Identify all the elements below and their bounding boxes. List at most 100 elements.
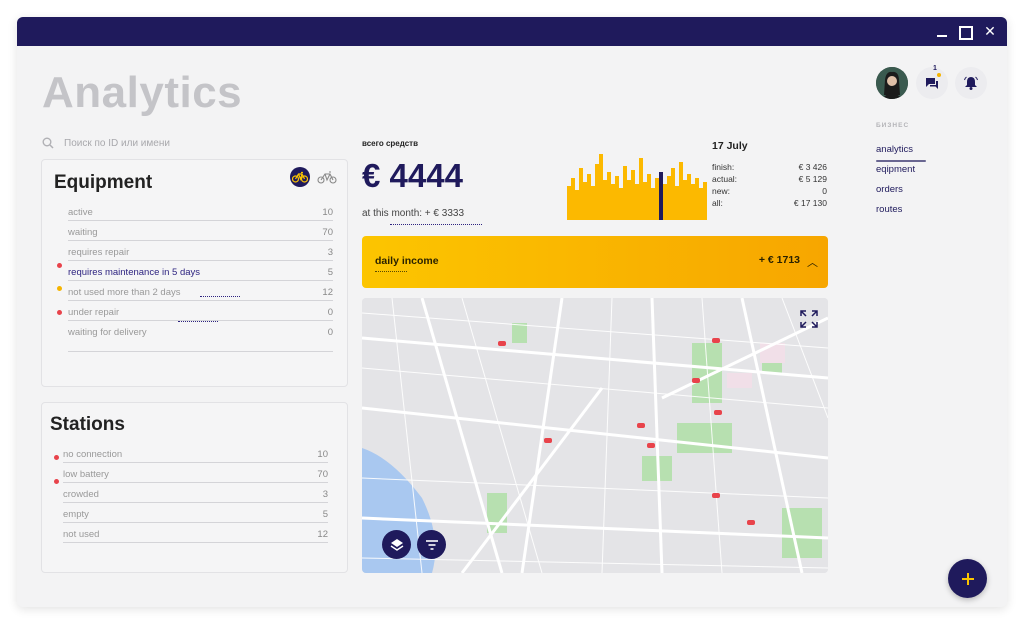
nav-item-equipment[interactable]: eqipment xyxy=(876,164,915,175)
bar xyxy=(571,178,575,220)
bicycle-icon xyxy=(292,171,308,183)
bike-marker xyxy=(637,423,645,428)
list-item[interactable]: no connection 10 xyxy=(63,449,328,460)
bar xyxy=(583,182,587,220)
city-map[interactable] xyxy=(362,298,828,573)
plus-icon xyxy=(961,572,974,585)
bike-marker xyxy=(747,520,755,525)
alert-dot xyxy=(54,455,59,460)
month-income: at this month: + € 3333 xyxy=(362,208,465,219)
funds-caption: всего средств xyxy=(362,139,418,148)
bar xyxy=(587,174,591,220)
scooter-icon xyxy=(317,171,337,184)
bar xyxy=(699,188,703,220)
bicycle-filter-button[interactable] xyxy=(290,167,310,187)
bar xyxy=(619,188,623,220)
page-title: Analytics xyxy=(42,68,243,117)
layers-icon xyxy=(390,538,403,551)
maximize-button[interactable] xyxy=(959,23,973,39)
bar xyxy=(567,186,571,220)
bar xyxy=(611,184,615,220)
bar xyxy=(687,174,691,220)
bar xyxy=(663,184,667,220)
list-item[interactable]: low battery 70 xyxy=(63,469,328,480)
bike-marker xyxy=(714,410,722,415)
list-item[interactable]: not used 12 xyxy=(63,529,328,540)
filter-button[interactable] xyxy=(417,530,446,559)
daily-income-value: + € 1713 xyxy=(758,254,800,266)
bar xyxy=(655,178,659,220)
bar xyxy=(631,170,635,220)
nav-item-routes[interactable]: routes xyxy=(876,204,902,215)
bike-marker xyxy=(544,438,552,443)
nav-active-indicator xyxy=(876,160,926,162)
bar xyxy=(671,168,675,220)
bar xyxy=(595,164,599,220)
app-window: ✕ Analytics Equipment active10 waiting70… xyxy=(17,17,1007,607)
notifications-button[interactable] xyxy=(955,67,987,99)
bar xyxy=(627,180,631,220)
avatar[interactable] xyxy=(876,67,908,99)
bell-icon xyxy=(964,76,978,90)
alert-dot xyxy=(54,479,59,484)
bar xyxy=(607,172,611,220)
chat-icon xyxy=(926,77,938,89)
bike-marker xyxy=(712,338,720,343)
list-item[interactable]: empty 5 xyxy=(63,509,328,520)
list-item[interactable]: active 10 xyxy=(68,207,333,218)
bar xyxy=(635,184,639,220)
expand-icon[interactable] xyxy=(800,310,818,328)
stats-date: 17 July xyxy=(712,140,748,152)
selected-bar xyxy=(659,172,663,220)
list-item[interactable]: waiting 70 xyxy=(68,227,333,238)
search-bar xyxy=(42,137,264,149)
nav-item-orders[interactable]: orders xyxy=(876,184,903,195)
bar xyxy=(703,182,707,220)
list-item[interactable]: requires repair 3 xyxy=(68,247,333,258)
list-item[interactable]: crowded 3 xyxy=(63,489,328,500)
bar xyxy=(651,188,655,220)
close-button[interactable]: ✕ xyxy=(983,23,997,39)
nav-section-title: БИЗНЕС xyxy=(876,122,910,129)
title-bar: ✕ xyxy=(17,17,1007,46)
unread-dot xyxy=(937,73,941,77)
day-stats: finish: € 3 426 actual: € 5 129 new: 0 all:… xyxy=(712,162,827,208)
alert-dot xyxy=(57,263,62,268)
add-button[interactable] xyxy=(948,559,987,598)
bike-marker xyxy=(647,443,655,448)
bar xyxy=(647,174,651,220)
income-bar-chart[interactable] xyxy=(567,154,707,220)
chevron-up-icon[interactable]: ︿ xyxy=(807,254,818,270)
bar xyxy=(675,186,679,220)
list-item[interactable]: under repair 0 xyxy=(68,307,333,318)
bar xyxy=(683,180,687,220)
alert-dot xyxy=(57,310,62,315)
bike-marker xyxy=(498,341,506,346)
bar xyxy=(679,162,683,220)
messages-button[interactable]: 1 xyxy=(916,65,948,99)
bar xyxy=(603,180,607,220)
bar xyxy=(579,168,583,220)
bar xyxy=(623,166,627,220)
avatar-image xyxy=(876,67,908,99)
bike-marker xyxy=(712,493,720,498)
layers-button[interactable] xyxy=(382,530,411,559)
list-item[interactable]: waiting for delivery 0 xyxy=(68,327,333,338)
messages-count: 1 xyxy=(933,65,937,72)
bar xyxy=(643,182,647,220)
bar xyxy=(639,158,643,220)
minimize-button[interactable] xyxy=(935,23,949,39)
daily-income-panel[interactable]: daily income + € 1713 ︿ xyxy=(362,236,828,288)
list-item[interactable]: requires maintenance in 5 days 5 xyxy=(68,267,333,278)
bar xyxy=(691,184,695,220)
scooter-filter-button[interactable] xyxy=(316,167,338,187)
funds-amount: € 4444 xyxy=(362,157,463,194)
bar xyxy=(591,186,595,220)
bar xyxy=(599,154,603,220)
bike-marker xyxy=(692,378,700,383)
nav-item-analytics[interactable]: analytics xyxy=(876,144,913,155)
search-input[interactable] xyxy=(64,137,264,149)
bar xyxy=(615,176,619,220)
daily-income-label: daily income xyxy=(375,255,439,267)
search-icon xyxy=(42,137,54,149)
